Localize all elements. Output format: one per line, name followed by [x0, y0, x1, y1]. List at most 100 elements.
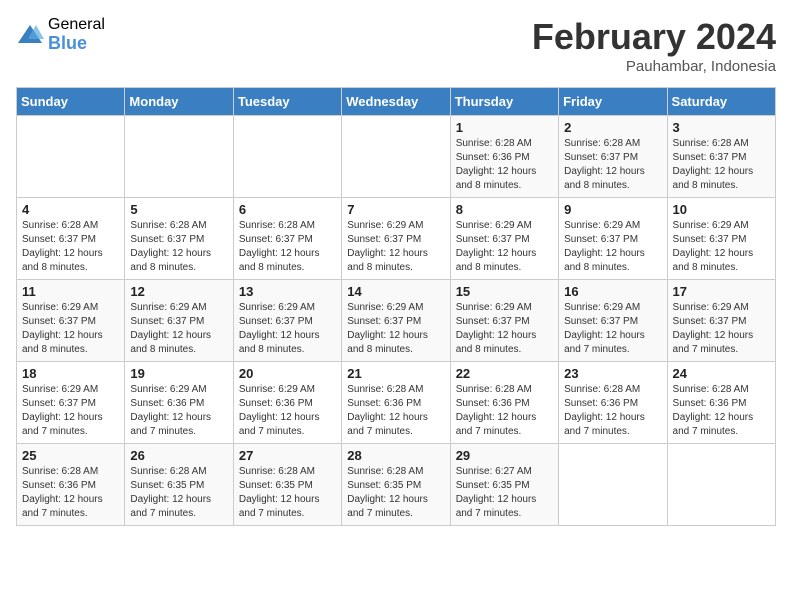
day-number: 10	[673, 202, 770, 217]
week-row-2: 4 Sunrise: 6:28 AM Sunset: 6:37 PM Daylig…	[17, 198, 776, 280]
day-cell: 20 Sunrise: 6:29 AM Sunset: 6:36 PM Dayli…	[233, 362, 341, 444]
day-cell: 24 Sunrise: 6:28 AM Sunset: 6:36 PM Dayli…	[667, 362, 775, 444]
day-cell: 12 Sunrise: 6:29 AM Sunset: 6:37 PM Dayli…	[125, 280, 233, 362]
page-header: General Blue February 2024 Pauhambar, In…	[16, 16, 776, 75]
day-cell: 9 Sunrise: 6:29 AM Sunset: 6:37 PM Daylig…	[559, 198, 667, 280]
day-cell: 19Sunrise: 6:29 AM Sunset: 6:36 PM Dayli…	[125, 362, 233, 444]
day-number: 8	[456, 202, 553, 217]
day-number: 28	[347, 448, 444, 463]
day-cell: 10 Sunrise: 6:29 AM Sunset: 6:37 PM Dayli…	[667, 198, 775, 280]
day-number: 25	[22, 448, 119, 463]
day-number: 21	[347, 366, 444, 381]
day-info: Sunrise: 6:28 AM Sunset: 6:36 PM Dayligh…	[347, 383, 444, 439]
day-number: 16	[564, 284, 661, 299]
day-info: Sunrise: 6:29 AM Sunset: 6:37 PM Dayligh…	[456, 219, 553, 275]
day-number: 23	[564, 366, 661, 381]
day-info: Sunrise: 6:28 AM Sunset: 6:36 PM Dayligh…	[564, 383, 661, 439]
day-number: 14	[347, 284, 444, 299]
day-number: 9	[564, 202, 661, 217]
day-number: 13	[239, 284, 336, 299]
day-cell	[125, 116, 233, 198]
day-number: 2	[564, 120, 661, 135]
day-info: Sunrise: 6:28 AM Sunset: 6:35 PM Dayligh…	[347, 465, 444, 521]
day-number: 27	[239, 448, 336, 463]
logo: General Blue	[16, 16, 105, 53]
day-number: 17	[673, 284, 770, 299]
day-cell: 22Sunrise: 6:28 AM Sunset: 6:36 PM Dayli…	[450, 362, 558, 444]
day-cell: 3Sunrise: 6:28 AM Sunset: 6:37 PM Daylig…	[667, 116, 775, 198]
day-info: Sunrise: 6:29 AM Sunset: 6:37 PM Dayligh…	[130, 301, 227, 357]
day-cell: 11 Sunrise: 6:29 AM Sunset: 6:37 PM Dayli…	[17, 280, 125, 362]
day-cell: 18Sunrise: 6:29 AM Sunset: 6:37 PM Dayli…	[17, 362, 125, 444]
day-number: 29	[456, 448, 553, 463]
day-info: Sunrise: 6:28 AM Sunset: 6:36 PM Dayligh…	[22, 465, 119, 521]
day-info: Sunrise: 6:29 AM Sunset: 6:37 PM Dayligh…	[673, 219, 770, 275]
day-cell: 28 Sunrise: 6:28 AM Sunset: 6:35 PM Dayli…	[342, 444, 450, 526]
logo-blue: Blue	[48, 34, 105, 54]
day-info: Sunrise: 6:28 AM Sunset: 6:35 PM Dayligh…	[239, 465, 336, 521]
location: Pauhambar, Indonesia	[532, 58, 776, 75]
day-number: 4	[22, 202, 119, 217]
day-cell: 1 Sunrise: 6:28 AM Sunset: 6:36 PM Daylig…	[450, 116, 558, 198]
day-cell: 14 Sunrise: 6:29 AM Sunset: 6:37 PM Dayli…	[342, 280, 450, 362]
month-title: February 2024	[532, 16, 776, 58]
day-info: Sunrise: 6:29 AM Sunset: 6:37 PM Dayligh…	[347, 301, 444, 357]
day-cell	[17, 116, 125, 198]
col-header-monday: Monday	[125, 88, 233, 116]
day-info: Sunrise: 6:29 AM Sunset: 6:36 PM Dayligh…	[239, 383, 336, 439]
day-number: 18	[22, 366, 119, 381]
col-header-wednesday: Wednesday	[342, 88, 450, 116]
day-number: 7	[347, 202, 444, 217]
day-info: Sunrise: 6:29 AM Sunset: 6:37 PM Dayligh…	[673, 301, 770, 357]
day-cell: 2 Sunrise: 6:28 AM Sunset: 6:37 PM Daylig…	[559, 116, 667, 198]
day-info: Sunrise: 6:29 AM Sunset: 6:37 PM Dayligh…	[564, 219, 661, 275]
day-cell: 4 Sunrise: 6:28 AM Sunset: 6:37 PM Daylig…	[17, 198, 125, 280]
day-cell: 25 Sunrise: 6:28 AM Sunset: 6:36 PM Dayli…	[17, 444, 125, 526]
day-cell: 23 Sunrise: 6:28 AM Sunset: 6:36 PM Dayli…	[559, 362, 667, 444]
day-number: 12	[130, 284, 227, 299]
week-row-4: 18Sunrise: 6:29 AM Sunset: 6:37 PM Dayli…	[17, 362, 776, 444]
day-cell: 29 Sunrise: 6:27 AM Sunset: 6:35 PM Dayli…	[450, 444, 558, 526]
day-info: Sunrise: 6:28 AM Sunset: 6:37 PM Dayligh…	[564, 137, 661, 193]
day-cell: 17 Sunrise: 6:29 AM Sunset: 6:37 PM Dayli…	[667, 280, 775, 362]
day-info: Sunrise: 6:28 AM Sunset: 6:37 PM Dayligh…	[22, 219, 119, 275]
day-number: 19	[130, 366, 227, 381]
day-cell: 6Sunrise: 6:28 AM Sunset: 6:37 PM Daylig…	[233, 198, 341, 280]
col-header-sunday: Sunday	[17, 88, 125, 116]
col-header-friday: Friday	[559, 88, 667, 116]
logo-text: General Blue	[48, 16, 105, 53]
day-cell: 16 Sunrise: 6:29 AM Sunset: 6:37 PM Dayli…	[559, 280, 667, 362]
day-cell	[667, 444, 775, 526]
day-cell: 8 Sunrise: 6:29 AM Sunset: 6:37 PM Daylig…	[450, 198, 558, 280]
day-number: 24	[673, 366, 770, 381]
day-info: Sunrise: 6:29 AM Sunset: 6:37 PM Dayligh…	[22, 301, 119, 357]
day-cell	[233, 116, 341, 198]
day-info: Sunrise: 6:28 AM Sunset: 6:37 PM Dayligh…	[130, 219, 227, 275]
col-header-saturday: Saturday	[667, 88, 775, 116]
day-cell: 15Sunrise: 6:29 AM Sunset: 6:37 PM Dayli…	[450, 280, 558, 362]
day-cell: 7 Sunrise: 6:29 AM Sunset: 6:37 PM Daylig…	[342, 198, 450, 280]
week-row-1: 1 Sunrise: 6:28 AM Sunset: 6:36 PM Daylig…	[17, 116, 776, 198]
day-number: 20	[239, 366, 336, 381]
title-block: February 2024 Pauhambar, Indonesia	[532, 16, 776, 75]
day-cell: 5Sunrise: 6:28 AM Sunset: 6:37 PM Daylig…	[125, 198, 233, 280]
day-number: 11	[22, 284, 119, 299]
day-info: Sunrise: 6:29 AM Sunset: 6:37 PM Dayligh…	[347, 219, 444, 275]
calendar-table: SundayMondayTuesdayWednesdayThursdayFrid…	[16, 87, 776, 526]
day-number: 26	[130, 448, 227, 463]
day-cell: 27 Sunrise: 6:28 AM Sunset: 6:35 PM Dayli…	[233, 444, 341, 526]
day-cell: 26 Sunrise: 6:28 AM Sunset: 6:35 PM Dayli…	[125, 444, 233, 526]
day-info: Sunrise: 6:28 AM Sunset: 6:35 PM Dayligh…	[130, 465, 227, 521]
day-info: Sunrise: 6:29 AM Sunset: 6:37 PM Dayligh…	[564, 301, 661, 357]
day-info: Sunrise: 6:28 AM Sunset: 6:36 PM Dayligh…	[456, 383, 553, 439]
col-header-tuesday: Tuesday	[233, 88, 341, 116]
day-info: Sunrise: 6:29 AM Sunset: 6:37 PM Dayligh…	[239, 301, 336, 357]
week-row-5: 25 Sunrise: 6:28 AM Sunset: 6:36 PM Dayli…	[17, 444, 776, 526]
logo-general: General	[48, 16, 105, 34]
day-info: Sunrise: 6:27 AM Sunset: 6:35 PM Dayligh…	[456, 465, 553, 521]
day-number: 3	[673, 120, 770, 135]
day-number: 1	[456, 120, 553, 135]
day-info: Sunrise: 6:28 AM Sunset: 6:36 PM Dayligh…	[673, 383, 770, 439]
day-info: Sunrise: 6:28 AM Sunset: 6:37 PM Dayligh…	[239, 219, 336, 275]
day-info: Sunrise: 6:28 AM Sunset: 6:36 PM Dayligh…	[456, 137, 553, 193]
